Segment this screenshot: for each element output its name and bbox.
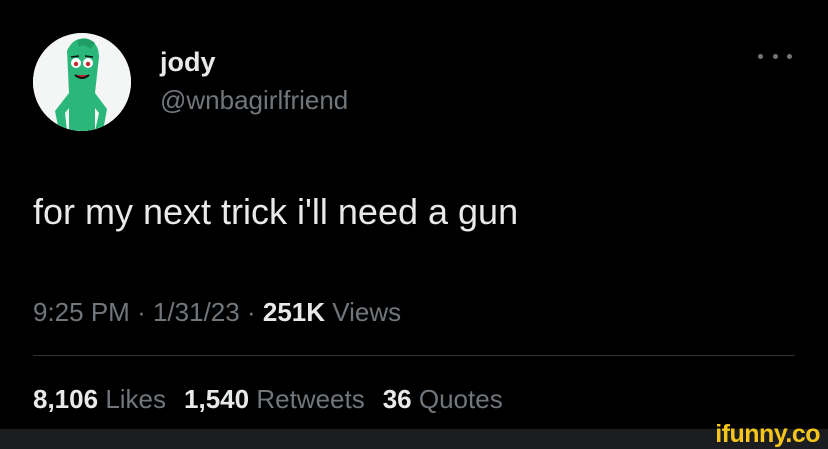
divider [33, 355, 795, 356]
views-label: Views [332, 297, 402, 327]
dot-icon [758, 53, 763, 59]
tweet-time[interactable]: 9:25 PM [33, 297, 130, 327]
engagement-stats: 8,106 Likes 1,540 Retweets 36 Quotes [33, 382, 503, 416]
likes-count: 8,106 [33, 384, 99, 414]
retweets-stat[interactable]: 1,540 Retweets [184, 384, 365, 414]
footer-bar [0, 429, 828, 449]
views-count: 251K [262, 297, 326, 327]
ifunny-watermark: ifunny.co [715, 420, 820, 448]
meta-separator: · [137, 297, 146, 327]
author-name[interactable]: jody [160, 46, 216, 78]
likes-stat[interactable]: 8,106 Likes [33, 384, 166, 414]
quotes-label: Quotes [418, 384, 503, 414]
more-horizontal-icon[interactable] [758, 44, 792, 68]
retweets-label: Retweets [256, 384, 365, 414]
avatar[interactable] [33, 33, 131, 131]
quotes-count: 36 [382, 384, 412, 414]
tweet-meta: 9:25 PM · 1/31/23 · 251K Views [33, 295, 401, 329]
tweet-text: for my next trick i'll need a gun [33, 191, 519, 232]
quotes-stat[interactable]: 36 Quotes [383, 384, 503, 414]
meta-separator: · [246, 297, 256, 327]
retweets-count: 1,540 [184, 384, 250, 414]
gumby-avatar-image [33, 33, 131, 131]
dot-icon [772, 53, 778, 59]
tweet-date[interactable]: 1/31/23 [153, 297, 240, 327]
dot-icon [787, 53, 792, 59]
likes-label: Likes [105, 384, 167, 414]
author-handle[interactable]: @wnbagirlfriend [160, 84, 348, 116]
